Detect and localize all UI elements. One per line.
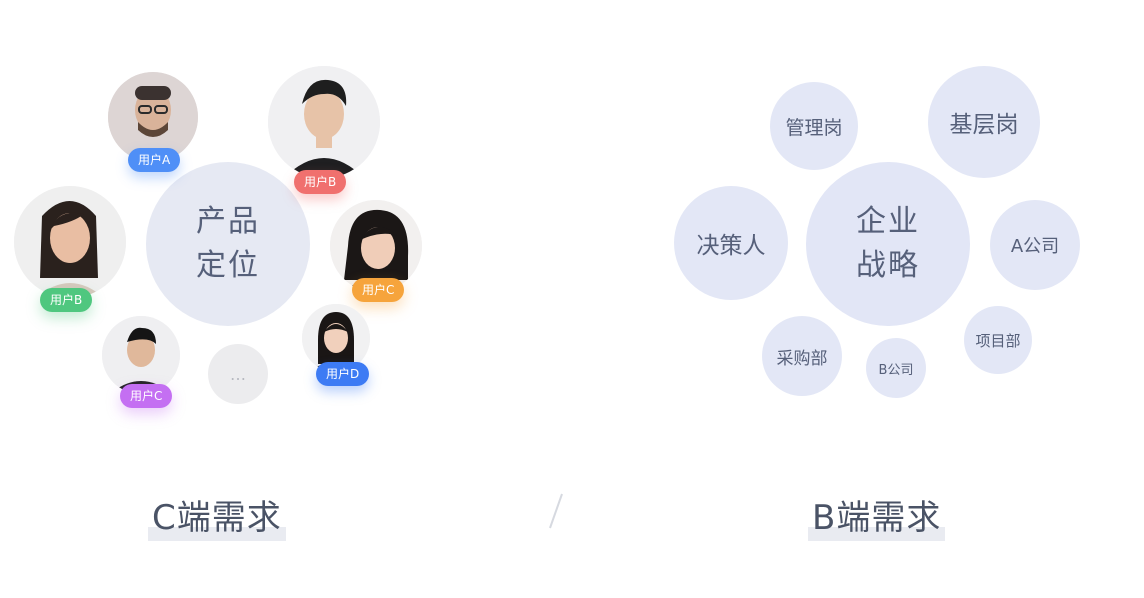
center-b-line2: 战略	[856, 248, 920, 283]
center-c-line2: 定位	[196, 248, 260, 283]
avatar-user-b-left	[14, 186, 126, 298]
b-side-demand-label: B端需求	[808, 490, 946, 541]
diagram-canvas: 产品 定位 用户A 用户B 用户B 用户C 用户C 用户D … 企业 战略 管理…	[0, 0, 1144, 598]
center-b-line1: 企业	[856, 204, 920, 239]
node-company-b: B公司	[866, 338, 926, 398]
more-users-ellipsis: …	[208, 344, 268, 404]
node-procurement: 采购部	[762, 316, 842, 396]
avatar-user-b-top	[268, 66, 380, 178]
badge-user-c-bottom: 用户C	[120, 384, 173, 408]
divider-slash	[549, 493, 563, 529]
avatar-user-c-bottom	[102, 316, 180, 394]
badge-user-c-right: 用户C	[352, 278, 405, 302]
badge-user-b-left: 用户B	[40, 288, 93, 312]
node-base-role: 基层岗	[928, 66, 1040, 178]
b-side-demand-text: B端需求	[812, 498, 942, 538]
node-decision-maker: 决策人	[674, 186, 788, 300]
badge-user-b-top: 用户B	[294, 170, 347, 194]
c-side-demand-label: C端需求	[148, 490, 286, 541]
product-positioning-circle: 产品 定位	[146, 162, 310, 326]
node-management-role: 管理岗	[770, 82, 858, 170]
badge-user-d: 用户D	[316, 362, 370, 386]
center-c-line1: 产品	[196, 204, 260, 239]
node-company-a: A公司	[990, 200, 1080, 290]
enterprise-strategy-circle: 企业 战略	[806, 162, 970, 326]
badge-user-a: 用户A	[128, 148, 181, 172]
c-side-demand-text: C端需求	[152, 498, 282, 538]
node-project-dept: 项目部	[964, 306, 1032, 374]
